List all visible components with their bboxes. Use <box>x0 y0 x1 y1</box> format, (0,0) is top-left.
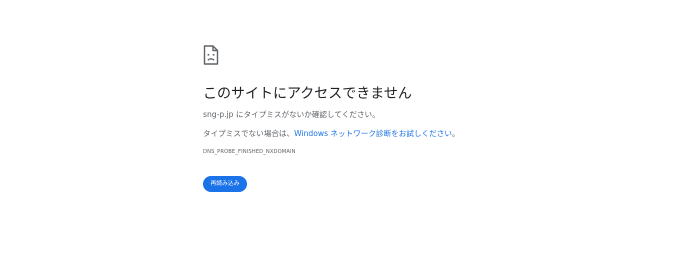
diagnostics-hint-text: タイプミスでない場合は、Windows ネットワーク診断をお試しください。 <box>203 129 663 139</box>
error-content: このサイトにアクセスできません sng-p.jp にタイプミスがないか確認してく… <box>203 45 663 156</box>
diagnostics-hint-prefix: タイプミスでない場合は、 <box>203 129 295 138</box>
sad-page-icon <box>203 45 219 65</box>
diagnostics-hint-suffix: 。 <box>451 129 460 138</box>
typo-hint-text: sng-p.jp にタイプミスがないか確認してください。 <box>203 110 380 119</box>
page-title: このサイトにアクセスできません <box>203 86 412 102</box>
error-page: このサイトにアクセスできません sng-p.jp にタイプミスがないか確認してく… <box>0 0 680 277</box>
network-diagnostics-link[interactable]: Windows ネットワーク診断をお試しください <box>294 129 452 138</box>
reload-button[interactable]: 再読み込み <box>203 176 247 192</box>
error-code: DNS_PROBE_FINISHED_NXDOMAIN <box>203 149 296 155</box>
